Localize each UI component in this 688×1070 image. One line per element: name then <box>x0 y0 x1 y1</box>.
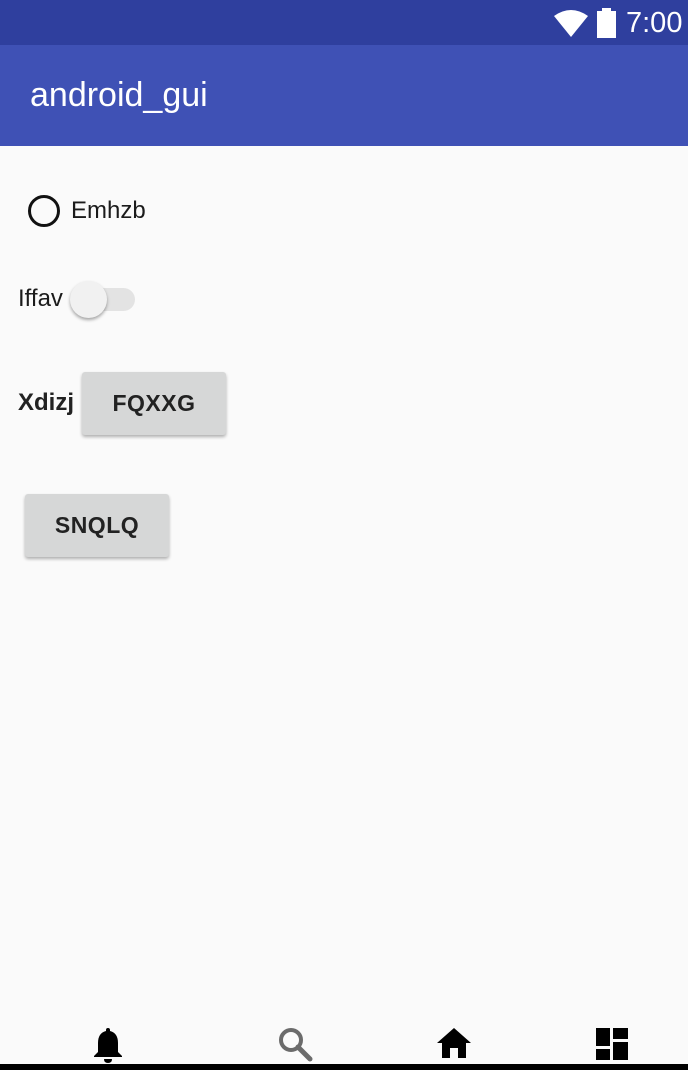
bottom-navigation <box>0 1010 688 1070</box>
switch-label: Iffav <box>18 285 63 312</box>
status-bar: 7:00 <box>0 0 688 45</box>
battery-icon <box>596 8 618 43</box>
switch-thumb[interactable] <box>70 281 107 318</box>
radio-label: Emhzb <box>71 197 146 224</box>
dashboard-icon[interactable] <box>594 1026 630 1067</box>
wifi-icon <box>553 8 589 43</box>
xdizj-label: Xdizj <box>18 389 75 416</box>
radio-emhzb[interactable]: Emhzb <box>28 192 146 230</box>
fqxxg-button[interactable]: FQXXG <box>82 372 226 435</box>
status-time: 7:00 <box>626 7 683 39</box>
app-bar: android_gui <box>0 45 688 146</box>
snqlq-button[interactable]: SNQLQ <box>25 494 169 557</box>
bell-icon[interactable] <box>91 1026 125 1069</box>
home-icon[interactable] <box>435 1026 473 1065</box>
search-icon[interactable] <box>277 1026 313 1067</box>
bottom-divider <box>0 1064 688 1070</box>
app-title: android_gui <box>30 76 208 114</box>
radio-circle-icon[interactable] <box>28 195 60 227</box>
